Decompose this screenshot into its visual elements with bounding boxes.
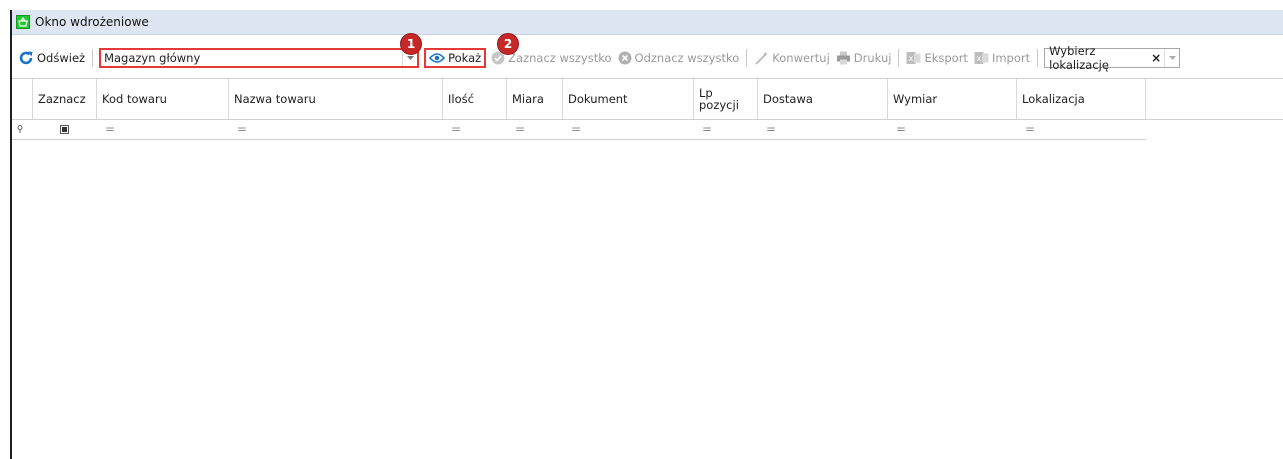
grid-header: Zaznacz Kod towaru Nazwa towaru Ilość Mi…: [12, 78, 1283, 120]
refresh-icon: [19, 51, 33, 65]
select-all-label: Zaznacz wszystko: [508, 51, 612, 65]
column-header-dokument[interactable]: Dokument: [563, 79, 694, 119]
filter-nazwa-towaru[interactable]: =: [229, 119, 443, 139]
location-select[interactable]: Wybierz lokalizację ×: [1044, 44, 1181, 72]
column-header-nazwa-towaru[interactable]: Nazwa towaru: [229, 79, 443, 119]
x-circle-icon: [618, 51, 632, 65]
excel-icon: x: [974, 52, 989, 64]
print-button[interactable]: Drukuj: [833, 46, 895, 70]
filter-ilosc[interactable]: =: [443, 119, 507, 139]
excel-icon: x: [906, 52, 921, 64]
column-header-kod-towaru[interactable]: Kod towaru: [97, 79, 229, 119]
eye-icon: [429, 53, 446, 63]
app-window: Okno wdrożeniowe Odśwież Magazyn główny …: [10, 10, 1283, 459]
column-header-ilosc[interactable]: Ilość: [443, 79, 507, 119]
toolbar-separator: [92, 49, 94, 67]
annotation-badge-2: 2: [497, 33, 519, 55]
filter-row: = = = = = = = = =: [12, 119, 1146, 140]
svg-text:x: x: [909, 54, 914, 63]
svg-text:x: x: [976, 54, 981, 63]
location-value: Wybierz lokalizację: [1049, 44, 1109, 72]
show-label: Pokaż: [448, 51, 482, 65]
refresh-label: Odśwież: [37, 51, 86, 65]
filter-checkbox-cell[interactable]: [33, 119, 97, 139]
clear-icon[interactable]: ×: [1148, 51, 1164, 65]
filter-lp-pozycji[interactable]: =: [694, 119, 758, 139]
filter-kod-towaru[interactable]: =: [97, 119, 229, 139]
basket-icon: [16, 15, 30, 29]
filter-dostawa[interactable]: =: [758, 119, 888, 139]
chevron-down-icon[interactable]: [1164, 49, 1179, 67]
toolbar-separator: [898, 49, 900, 67]
printer-icon: [836, 51, 850, 65]
filter-checkbox[interactable]: [60, 124, 69, 134]
warehouse-select[interactable]: Magazyn główny: [99, 48, 420, 68]
column-header-zaznacz[interactable]: Zaznacz: [33, 79, 97, 119]
column-header-wymiar[interactable]: Wymiar: [888, 79, 1017, 119]
deselect-all-button[interactable]: Odznacz wszystko: [615, 46, 743, 70]
annotation-badge-1: 1: [400, 33, 422, 55]
row-indicator-header: [12, 79, 33, 119]
export-label: Eksport: [924, 51, 968, 65]
convert-label: Konwertuj: [772, 51, 830, 65]
filter-miara[interactable]: =: [507, 119, 563, 139]
toolbar: Odśwież Magazyn główny Pokaż Zaznacz wsz…: [12, 44, 1283, 72]
import-label: Import: [991, 51, 1031, 65]
show-button[interactable]: Pokaż: [424, 48, 487, 68]
window-title: Okno wdrożeniowe: [35, 15, 149, 29]
pin-icon: [17, 125, 23, 133]
toolbar-separator: [746, 49, 748, 67]
filter-lokalizacja[interactable]: =: [1017, 119, 1146, 139]
import-button[interactable]: x Import: [971, 46, 1033, 70]
filter-row-indicator: [12, 119, 33, 139]
column-header-dostawa[interactable]: Dostawa: [758, 79, 888, 119]
magic-wand-icon: [755, 51, 769, 65]
convert-button[interactable]: Konwertuj: [751, 46, 833, 70]
print-label: Drukuj: [853, 51, 892, 65]
filter-wymiar[interactable]: =: [888, 119, 1017, 139]
column-header-miara[interactable]: Miara: [507, 79, 563, 119]
export-button[interactable]: x Eksport: [903, 46, 971, 70]
column-header-lp-pozycji[interactable]: Lp pozycji: [694, 79, 758, 119]
deselect-all-label: Odznacz wszystko: [634, 51, 740, 65]
refresh-button[interactable]: Odśwież: [12, 46, 88, 70]
toolbar-separator: [1037, 49, 1039, 67]
title-bar: Okno wdrożeniowe: [12, 10, 1283, 35]
filter-dokument[interactable]: =: [563, 119, 694, 139]
warehouse-value: Magazyn główny: [104, 51, 201, 65]
column-header-lokalizacja[interactable]: Lokalizacja: [1017, 79, 1146, 119]
